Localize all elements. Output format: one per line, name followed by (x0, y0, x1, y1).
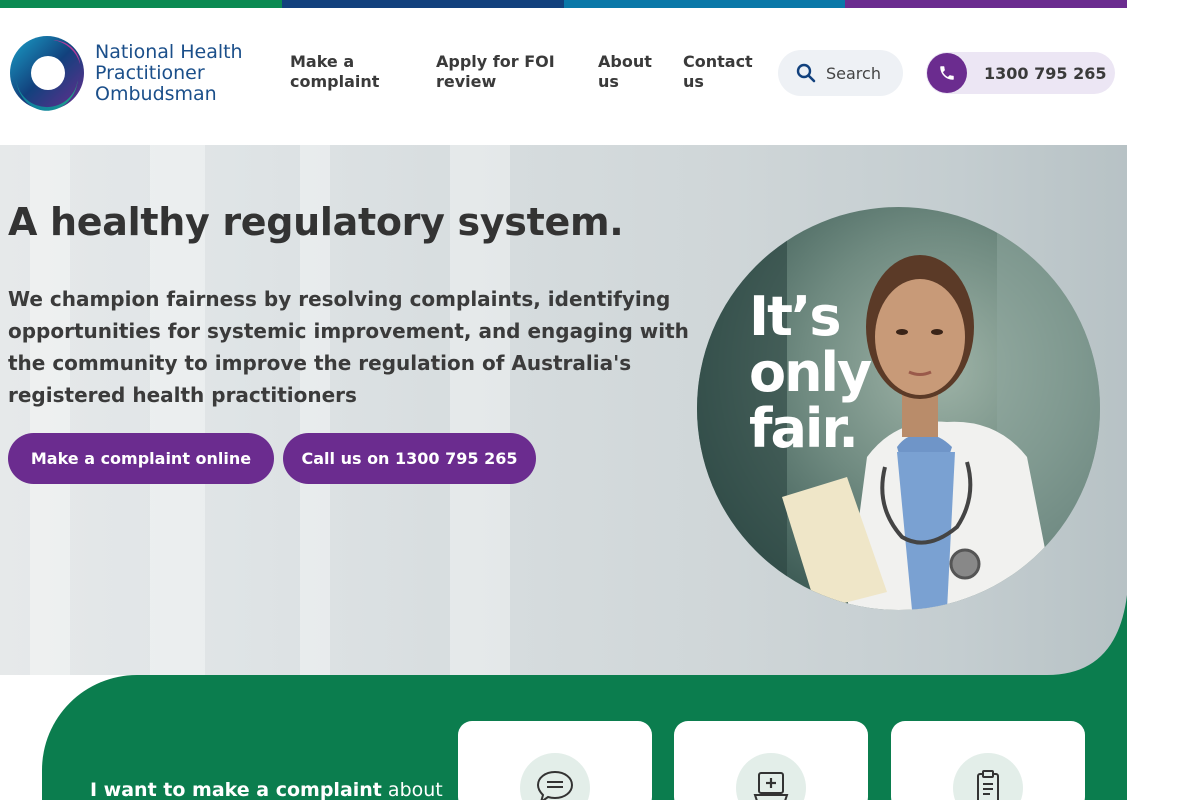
color-bar-navy (281, 0, 564, 8)
site-logo[interactable]: National Health Practitioner Ombudsman (8, 34, 243, 112)
card-icon-circle (953, 753, 1023, 800)
complaint-panel-lead: I want to make a complaint about (90, 779, 443, 800)
phone-icon-circle (927, 53, 967, 93)
color-bar-green (0, 0, 282, 8)
nav-about-us[interactable]: About us (598, 52, 652, 92)
make-complaint-online-button[interactable]: Make a complaint online (8, 433, 274, 484)
phone-button[interactable]: 1300 795 265 (926, 52, 1115, 94)
phone-icon (940, 66, 954, 80)
nav-contact-us[interactable]: Contact us (683, 52, 753, 92)
color-bar-purple (845, 0, 1127, 8)
logo-line-3: Ombudsman (95, 82, 217, 105)
logo-line-1: National Health (95, 40, 243, 63)
page-corner (0, 785, 42, 800)
lead-rest-text: about (381, 779, 443, 800)
ombudsman-logo-icon (10, 36, 84, 111)
card-icon-circle (520, 753, 590, 800)
complaint-category-card[interactable] (458, 721, 652, 800)
search-button[interactable]: Search (778, 50, 903, 96)
logo-wordmark: National Health Practitioner Ombudsman (95, 40, 243, 105)
nav-make-complaint[interactable]: Make a complaint (290, 52, 379, 92)
chat-bubble-icon (536, 770, 574, 800)
brand-color-bar (0, 0, 1127, 8)
nav-apply-foi-review[interactable]: Apply for FOI review (436, 52, 555, 92)
nav-label-line-2: us (598, 72, 619, 91)
logo-line-2: Practitioner (95, 61, 205, 84)
medical-monitor-icon (753, 772, 789, 800)
nav-label-line-1: Apply for FOI (436, 52, 555, 71)
slogan-line-1: It’s (749, 285, 842, 348)
search-icon (796, 63, 816, 83)
hero-green-curve (1047, 595, 1127, 675)
slogan-line-3: fair. (749, 397, 859, 460)
hero-description: We champion fairness by resolving compla… (8, 287, 689, 407)
site-header: National Health Practitioner Ombudsman M… (0, 8, 1127, 145)
call-us-button[interactable]: Call us on 1300 795 265 (283, 433, 536, 484)
phone-number-label: 1300 795 265 (984, 63, 1107, 83)
hero-photo-circle: It’s only fair. (697, 207, 1100, 610)
search-label: Search (826, 63, 881, 83)
nav-label-line-1: Contact (683, 52, 753, 71)
hero-title: A healthy regulatory system. (8, 200, 624, 244)
clipboard-icon (977, 770, 999, 800)
nav-label-line-1: Make a (290, 52, 355, 71)
nav-label-line-2: complaint (290, 72, 380, 91)
complaint-category-card[interactable] (891, 721, 1085, 800)
nav-label-line-1: About (598, 52, 652, 71)
lead-bold-text: I want to make a complaint (90, 779, 382, 800)
color-bar-teal (563, 0, 846, 8)
its-only-fair-slogan: It’s only fair. (749, 285, 872, 460)
nav-label-line-2: review (436, 72, 497, 91)
nav-label-line-2: us (683, 72, 704, 91)
slogan-line-2: only (749, 341, 872, 404)
card-icon-circle (736, 753, 806, 800)
hero-banner: A healthy regulatory system. We champion… (0, 145, 1127, 675)
complaint-category-card[interactable] (674, 721, 868, 800)
